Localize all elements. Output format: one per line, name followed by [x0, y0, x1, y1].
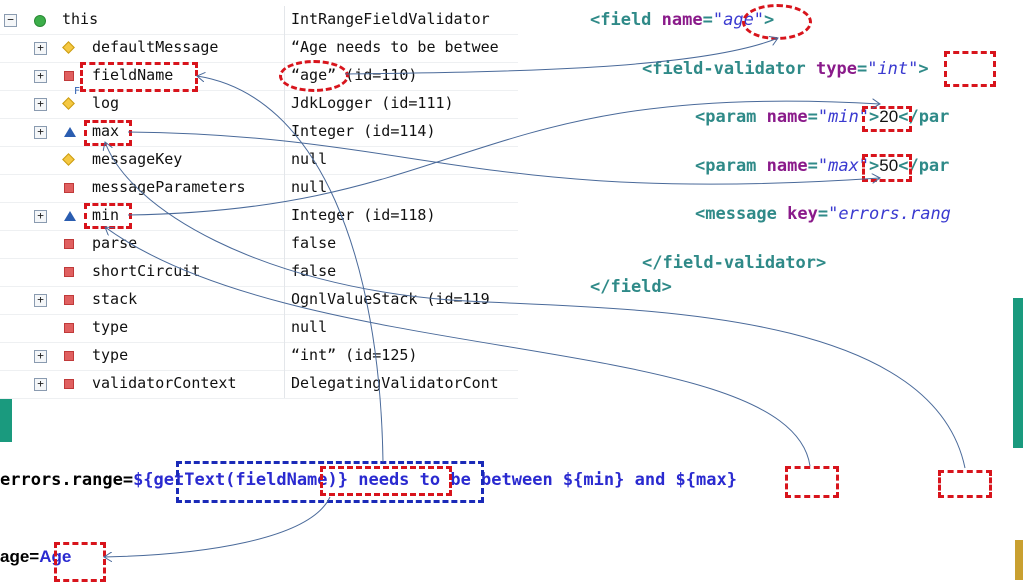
arrows-layer — [0, 0, 966, 580]
arrow-min-to-xml-min — [127, 101, 880, 216]
arrow-msg-max-to-max — [105, 142, 966, 469]
arrow-max-to-xml-max — [127, 131, 880, 185]
arrow-gettext-to-fieldname — [197, 76, 384, 463]
arrow-msg-min-to-min — [105, 227, 811, 467]
arrow-fieldname-to-xml-age — [344, 38, 778, 75]
arrow-fieldname-to-age — [104, 496, 331, 557]
